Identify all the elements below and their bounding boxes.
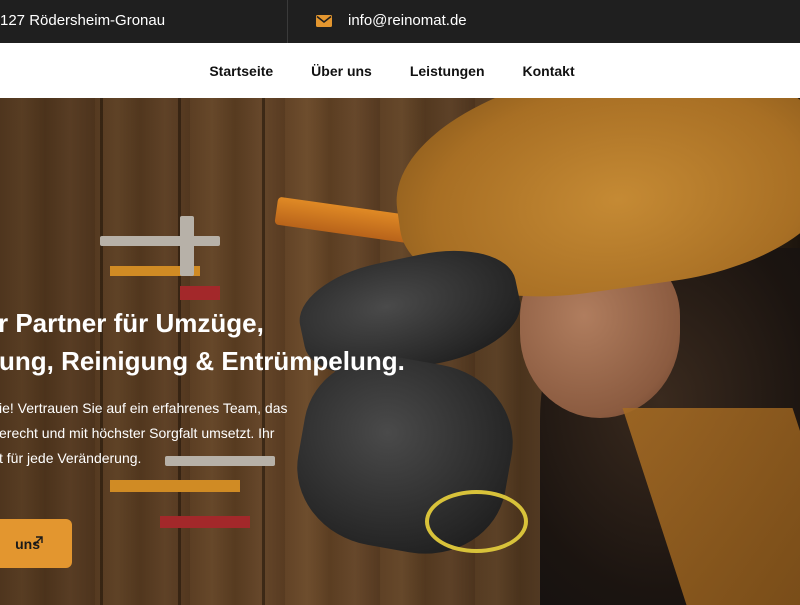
main-navigation: Startseite Über uns Leistungen Kontakt xyxy=(0,43,800,98)
hero-headline: r Partner für Umzüge, ung, Reinigung & E… xyxy=(0,304,406,380)
hero-paragraph-line-3: t für jede Veränderung. xyxy=(0,450,142,466)
hero-paragraph-line-2: erecht und mit höchster Sorgfalt umsetzt… xyxy=(0,425,275,441)
contact-cta-button[interactable]: uns xyxy=(0,519,72,568)
nav-item-kontakt[interactable]: Kontakt xyxy=(523,63,575,79)
hero-paragraph-line-1: ie! Vertrauen Sie auf ein erfahrenes Tea… xyxy=(0,400,288,416)
clip-base xyxy=(160,516,250,528)
nav-item-leistungen[interactable]: Leistungen xyxy=(410,63,485,79)
hero-headline-line-1: r Partner für Umzüge, xyxy=(0,308,264,338)
leveling-clip xyxy=(180,216,194,276)
top-info-bar: 127 Rödersheim-Gronau info@reinomat.de xyxy=(0,0,800,43)
hero-headline-line-2: ung, Reinigung & Entrümpelung. xyxy=(0,346,405,376)
nav-item-startseite[interactable]: Startseite xyxy=(209,63,273,79)
clip-base xyxy=(180,286,220,300)
leveling-clip xyxy=(100,236,220,246)
glove-cuff xyxy=(425,490,528,553)
email-contact[interactable]: info@reinomat.de xyxy=(316,12,467,29)
email-text[interactable]: info@reinomat.de xyxy=(348,12,467,29)
tile-wedge xyxy=(110,480,240,492)
topbar-divider xyxy=(287,0,288,43)
hero-section: r Partner für Umzüge, ung, Reinigung & E… xyxy=(0,98,800,605)
address-text: 127 Rödersheim-Gronau xyxy=(0,12,166,29)
hero-paragraph: ie! Vertrauen Sie auf ein erfahrenes Tea… xyxy=(0,396,288,471)
envelope-icon xyxy=(316,14,332,27)
arrow-up-right-icon xyxy=(33,536,43,546)
nav-item-ueber-uns[interactable]: Über uns xyxy=(311,63,372,79)
